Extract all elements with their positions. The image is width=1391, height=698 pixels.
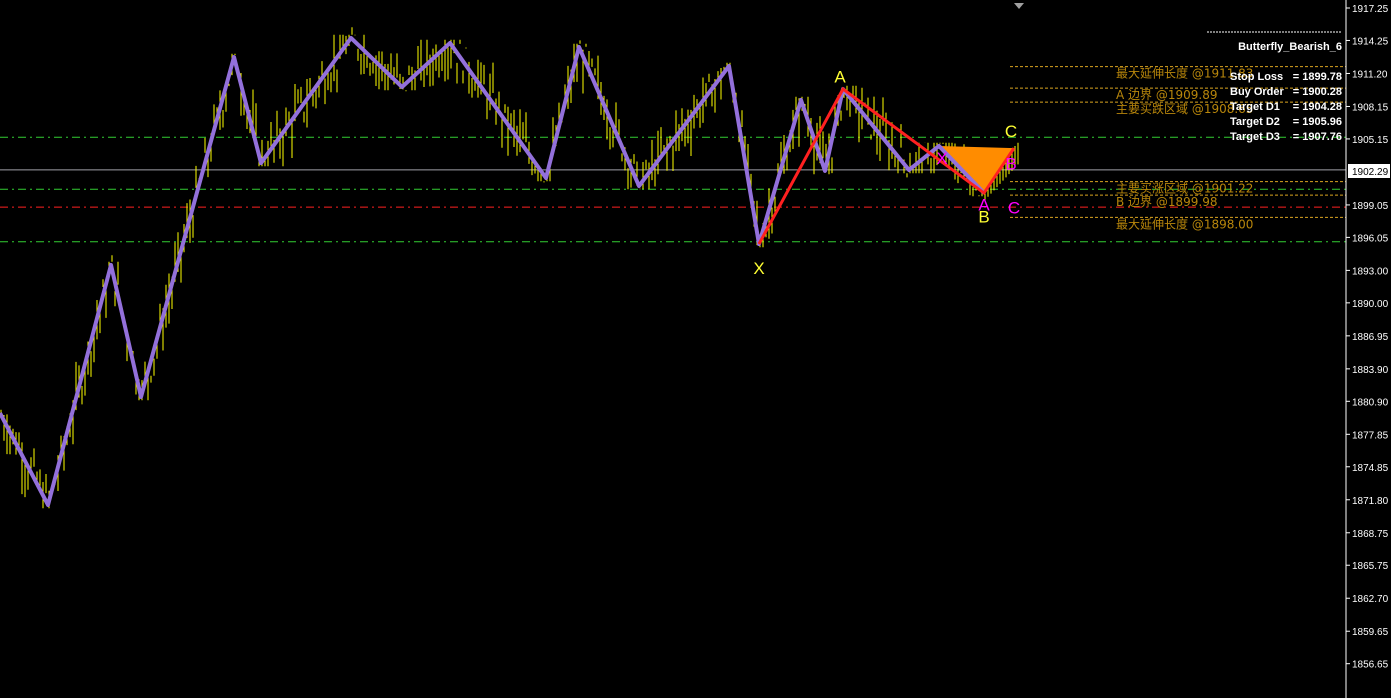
- axis-tick-label: 1890.00: [1352, 299, 1389, 310]
- axis-tick-label: 1868.75: [1352, 529, 1389, 540]
- info-label: Buy Order: [1230, 86, 1285, 98]
- axis-tick-label: 1899.05: [1352, 201, 1389, 212]
- info-value: = 1904.28: [1293, 101, 1342, 113]
- chart-shift-marker[interactable]: [1014, 3, 1024, 9]
- point-label: A: [978, 195, 990, 214]
- axis-tick-label: 1911.20: [1352, 69, 1388, 80]
- zigzag-polyline: [0, 35, 986, 507]
- axis-tick-label: 1917.25: [1352, 4, 1389, 15]
- info-value: = 1905.96: [1293, 116, 1342, 128]
- point-label: X: [753, 259, 764, 278]
- point-label: A: [834, 68, 846, 87]
- point-label: C: [1005, 122, 1017, 141]
- axis-tick-label: 1862.70: [1352, 594, 1389, 605]
- axis-tick-label: 1908.15: [1352, 102, 1389, 113]
- level-label: 最大延伸长度 @1898.00: [1116, 216, 1253, 231]
- info-label: Target D3: [1230, 131, 1280, 143]
- axis-tick-label: 1856.65: [1352, 660, 1389, 671]
- pattern-title: Butterfly_Bearish_6: [1238, 41, 1342, 53]
- level-label: 主要买涨区域 @1901.22: [1116, 181, 1253, 196]
- axis-tick-label: 1859.65: [1352, 627, 1389, 638]
- level-label: B 边界 @1899.98: [1116, 195, 1218, 209]
- info-label: Target D2: [1230, 116, 1280, 128]
- point-label: B: [1005, 154, 1016, 173]
- axis-tick-label: 1893.00: [1352, 266, 1389, 277]
- axis-tick-label: 1871.80: [1352, 496, 1389, 507]
- info-value: = 1900.28: [1293, 86, 1342, 98]
- axis-tick-label: 1886.95: [1352, 332, 1389, 343]
- current-price-label: 1902.29: [1352, 167, 1389, 178]
- level-label: A 边界 @1909.89: [1116, 88, 1217, 102]
- price-bars: [0, 27, 1019, 509]
- point-label: C: [1008, 199, 1020, 218]
- info-panel: Butterfly_Bearish_6 Stop Loss = 1899.78 Bu…: [1207, 31, 1342, 143]
- info-value: = 1899.78: [1293, 71, 1342, 83]
- axis-tick-label: 1905.15: [1352, 135, 1389, 146]
- axis-tick-label: 1874.85: [1352, 463, 1389, 474]
- price-chart[interactable]: 最大延伸长度 @1911.83A 边界 @1909.89主要买跌区域 @1908…: [0, 0, 1391, 698]
- info-label: Target D1: [1230, 101, 1280, 113]
- axis-tick-label: 1877.85: [1352, 430, 1389, 441]
- axis-tick-label: 1914.25: [1352, 36, 1389, 47]
- info-value: = 1907.76: [1293, 131, 1342, 143]
- point-label: X: [936, 149, 947, 168]
- axis-tick-label: 1896.05: [1352, 233, 1389, 244]
- axis-tick-label: 1880.90: [1352, 397, 1389, 408]
- axis-tick-label: 1865.75: [1352, 561, 1389, 572]
- info-label: Stop Loss: [1230, 71, 1283, 83]
- price-axis: 1917.25 1914.25 1911.20 1908.15 1905.15 1899.…: [1345, 0, 1390, 698]
- axis-tick-label: 1883.90: [1352, 365, 1389, 376]
- zigzag-line: [0, 35, 986, 507]
